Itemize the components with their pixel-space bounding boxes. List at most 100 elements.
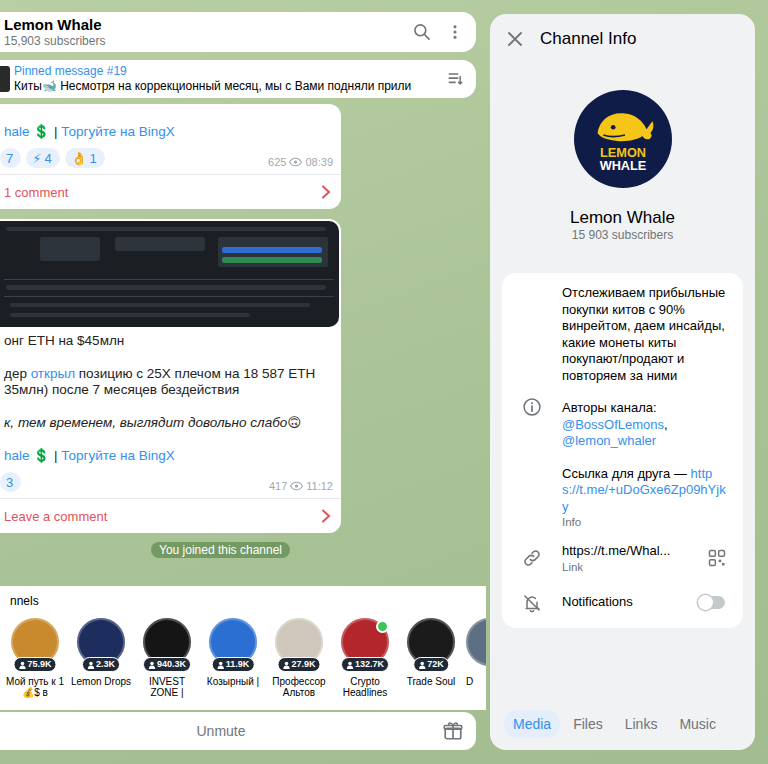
- reaction[interactable]: ⚡4: [26, 148, 59, 168]
- pinned-message[interactable]: Pinned message #19Киты🐋 Несмотря на корр…: [0, 60, 476, 98]
- chat-header[interactable]: Lemon Whale15,903 subscribers: [0, 12, 476, 52]
- bell-off-icon: [522, 593, 542, 613]
- channel-name: Lemon Whale: [490, 208, 755, 228]
- reaction[interactable]: 👌1: [65, 148, 105, 168]
- comments-label[interactable]: Leave a comment: [4, 509, 321, 524]
- close-icon[interactable]: [507, 31, 523, 47]
- post-link[interactable]: Торгуйте на BingX: [61, 448, 174, 463]
- subscriber-badge: 27.9K: [277, 657, 320, 672]
- channel-avatar[interactable]: 940.3K: [143, 618, 191, 666]
- pinned-text: Киты🐋 Несмотря на коррекционный месяц, м…: [14, 79, 440, 94]
- channel-name[interactable]: Crypto Headlines: [334, 676, 396, 698]
- info-body: Отслеживаем прибыльные покупки китов с 9…: [562, 285, 743, 529]
- channel-name[interactable]: Профессор Альтов: [268, 676, 330, 698]
- channel-avatar[interactable]: [466, 618, 486, 666]
- channel-link[interactable]: https://t.me/Whal...: [562, 543, 699, 560]
- qr-code-icon[interactable]: [707, 548, 727, 568]
- similar-channel[interactable]: D: [466, 618, 486, 698]
- person-icon: [282, 661, 290, 669]
- media-tab[interactable]: Music: [670, 710, 725, 738]
- more-icon[interactable]: [446, 22, 464, 42]
- subscriber-count: 2.3K: [96, 659, 115, 670]
- channel-info-panel: Channel Info LEMONWHALE Lemon Whale15 903 …: [490, 14, 755, 750]
- comments-button[interactable]: 1 comment: [0, 174, 341, 209]
- pinned-list-icon[interactable]: [446, 69, 466, 89]
- link-row[interactable]: https://t.me/Whal...Link: [502, 543, 743, 574]
- channel-name[interactable]: Trade Soul: [400, 676, 462, 687]
- info-row: Отслеживаем прибыльные покупки китов с 9…: [502, 285, 743, 529]
- similar-channel[interactable]: 75.9K Мой путь к 1💰$ в: [4, 618, 66, 698]
- search-icon[interactable]: [412, 22, 432, 42]
- post-link[interactable]: Торгуйте на BingX: [61, 124, 174, 139]
- similar-channel[interactable]: 132.7K Crypto Headlines: [334, 618, 396, 698]
- similar-channel[interactable]: 940.3K INVEST ZONE |: [136, 618, 198, 698]
- reaction-count: 3: [6, 475, 13, 490]
- post-line: дер открыл позицию с 25X плечом на 18 58…: [4, 366, 331, 382]
- post-paragraph: hale 💲 | Торгуйте на BingX: [4, 124, 331, 140]
- similar-channel[interactable]: 72K Trade Soul: [400, 618, 462, 698]
- channel-name[interactable]: INVEST ZONE |: [136, 676, 198, 698]
- post-text-span: |: [50, 448, 61, 463]
- channel-avatar[interactable]: 27.9K: [275, 618, 323, 666]
- post-line: hale 💲 | Торгуйте на BingX: [4, 448, 331, 464]
- channel-name[interactable]: Lemon Drops: [70, 676, 132, 687]
- message-photo[interactable]: [0, 221, 339, 327]
- similar-channel[interactable]: 11.9K Козырный |: [202, 618, 264, 698]
- comments-button[interactable]: Leave a comment: [0, 498, 341, 533]
- logo-text: LEMON: [600, 145, 646, 160]
- subscriber-badge: 132.7K: [341, 657, 389, 672]
- post-link[interactable]: hale 💲: [4, 124, 50, 139]
- authors-label: Авторы канала:: [562, 400, 727, 417]
- logo-text: WHALE: [599, 158, 646, 173]
- post-text-span: дер: [4, 366, 31, 381]
- author-link[interactable]: @lemon_whaler: [562, 433, 656, 448]
- notifications-row[interactable]: Notifications: [502, 588, 743, 618]
- comments-label[interactable]: 1 comment: [4, 185, 321, 200]
- notifications-toggle[interactable]: [699, 596, 725, 609]
- gift-icon[interactable]: [442, 720, 464, 742]
- channel-name[interactable]: Козырный |: [202, 676, 264, 687]
- reaction[interactable]: 3: [0, 472, 21, 492]
- post-line: к, тем временем, выглядит довольно слабо…: [4, 415, 331, 431]
- post-line: hale 💲 | Торгуйте на BingX: [4, 124, 331, 140]
- friend-link: Ссылка для друга — https://t.me/+uDoGxe6…: [562, 466, 727, 516]
- channel-avatar[interactable]: 75.9K: [11, 618, 59, 666]
- subscriber-badge: 940.3K: [143, 657, 191, 672]
- channel-name[interactable]: Мой путь к 1💰$ в: [4, 676, 66, 698]
- media-tab[interactable]: Media: [504, 710, 560, 738]
- subscriber-badge: 75.9K: [13, 657, 56, 672]
- channel-name[interactable]: D: [466, 676, 486, 687]
- author-link[interactable]: @BossOfLemons: [562, 417, 664, 432]
- media-tab[interactable]: Files: [564, 710, 612, 738]
- chat-area: Lemon Whale15,903 subscribers Pinned mess…: [0, 0, 486, 764]
- media-tabs: MediaFilesLinksMusic: [490, 710, 755, 750]
- channel-post: hale 💲 | Торгуйте на BingX7⚡4👌162508:391…: [0, 104, 341, 209]
- panel-title: Channel Info: [540, 29, 636, 49]
- panel-header: Channel Info: [490, 14, 755, 64]
- reaction[interactable]: 7: [0, 148, 21, 168]
- channel-avatar[interactable]: 11.9K: [209, 618, 257, 666]
- person-icon: [217, 661, 225, 669]
- media-tab[interactable]: Links: [616, 710, 667, 738]
- channel-avatar[interactable]: 2.3K: [77, 618, 125, 666]
- reactions-row: 341711:12: [0, 464, 341, 498]
- similar-channel[interactable]: 27.9K Профессор Альтов: [268, 618, 330, 698]
- channel-description: Отслеживаем прибыльные покупки китов с 9…: [562, 285, 727, 384]
- subscriber-count: 72K: [427, 659, 444, 670]
- similar-channels-list: 75.9K Мой путь к 1💰$ в 2.3K Lemon Drops 940.…: [0, 618, 486, 698]
- unmute-button[interactable]: Unmute: [0, 723, 442, 739]
- info-caption: Info: [562, 515, 727, 529]
- post-text-span: онг ETH на $45млн: [4, 333, 124, 348]
- channel-subscribers: 15 903 subscribers: [490, 228, 755, 243]
- author-line: @BossOfLemons,: [562, 417, 727, 434]
- link-caption: Link: [562, 560, 699, 574]
- post-link[interactable]: hale 💲: [4, 448, 50, 463]
- channel-avatar[interactable]: 72K: [407, 618, 455, 666]
- chat-title[interactable]: Lemon Whale: [4, 16, 398, 34]
- post-text-span: 35млн) после 7 месяцев бездействия: [4, 382, 239, 397]
- person-icon: [87, 661, 95, 669]
- similar-channel[interactable]: 2.3K Lemon Drops: [70, 618, 132, 698]
- notifications-body: Notifications: [562, 594, 699, 611]
- post-link[interactable]: открыл: [31, 366, 75, 381]
- channel-avatar[interactable]: 132.7K: [341, 618, 389, 666]
